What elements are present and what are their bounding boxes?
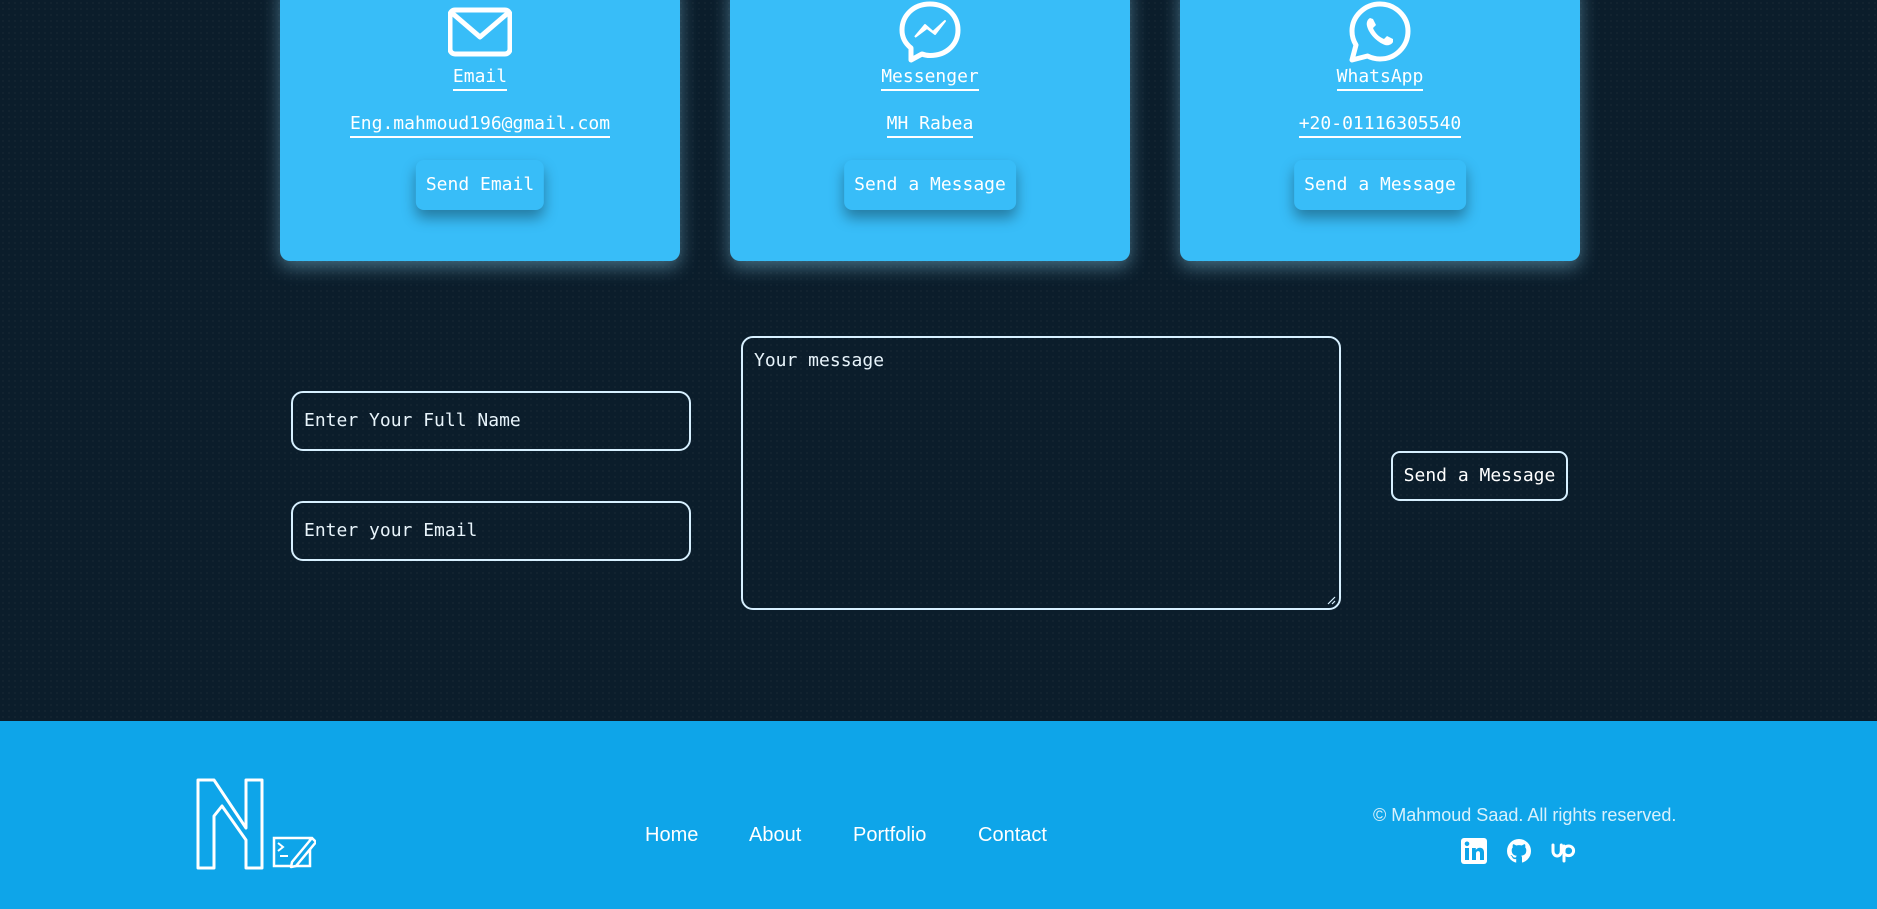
send-message-button[interactable]: Send a Message [1391, 451, 1568, 501]
messenger-card: Messenger MH Rabea Send a Message [730, 0, 1130, 261]
footer-nav-portfolio[interactable]: Portfolio [853, 824, 926, 847]
message-textarea[interactable]: Your message [741, 336, 1341, 610]
upwork-icon[interactable] [1550, 837, 1578, 865]
footer-nav-contact[interactable]: Contact [978, 824, 1047, 847]
send-email-button[interactable]: Send Email [415, 160, 545, 210]
footer-nav-about[interactable]: About [749, 824, 801, 847]
contact-cards: Email Eng.mahmoud196@gmail.com Send Emai… [0, 0, 1877, 262]
messenger-card-title[interactable]: Messenger [881, 66, 979, 91]
footer-nav-home[interactable]: Home [645, 824, 698, 847]
email-address-link[interactable]: Eng.mahmoud196@gmail.com [349, 113, 611, 138]
send-whatsapp-message-button[interactable]: Send a Message [1294, 160, 1466, 210]
copyright-text: © Mahmoud Saad. All rights reserved. [1373, 805, 1677, 825]
mail-icon [448, 7, 512, 57]
linkedin-icon[interactable] [1460, 837, 1488, 865]
whatsapp-number-link[interactable]: +20-01116305540 [1298, 113, 1462, 138]
full-name-input[interactable]: Enter Your Full Name [291, 391, 691, 451]
messenger-name-link[interactable]: MH Rabea [886, 113, 974, 138]
whatsapp-card: WhatsApp +20-01116305540 Send a Message [1180, 0, 1580, 261]
email-card-title[interactable]: Email [452, 66, 508, 91]
whatsapp-icon [1349, 1, 1411, 63]
messenger-icon [899, 1, 961, 63]
github-icon[interactable] [1505, 837, 1533, 865]
message-placeholder: Your message [754, 350, 885, 371]
email-card: Email Eng.mahmoud196@gmail.com Send Emai… [280, 0, 680, 261]
resize-handle-icon[interactable] [1326, 595, 1336, 605]
whatsapp-card-title[interactable]: WhatsApp [1336, 66, 1424, 91]
email-input[interactable]: Enter your Email [291, 501, 691, 561]
logo-icon[interactable] [196, 776, 316, 870]
send-messenger-message-button[interactable]: Send a Message [844, 160, 1016, 210]
footer: Home About Portfolio Contact © Mahmoud S… [0, 721, 1877, 909]
